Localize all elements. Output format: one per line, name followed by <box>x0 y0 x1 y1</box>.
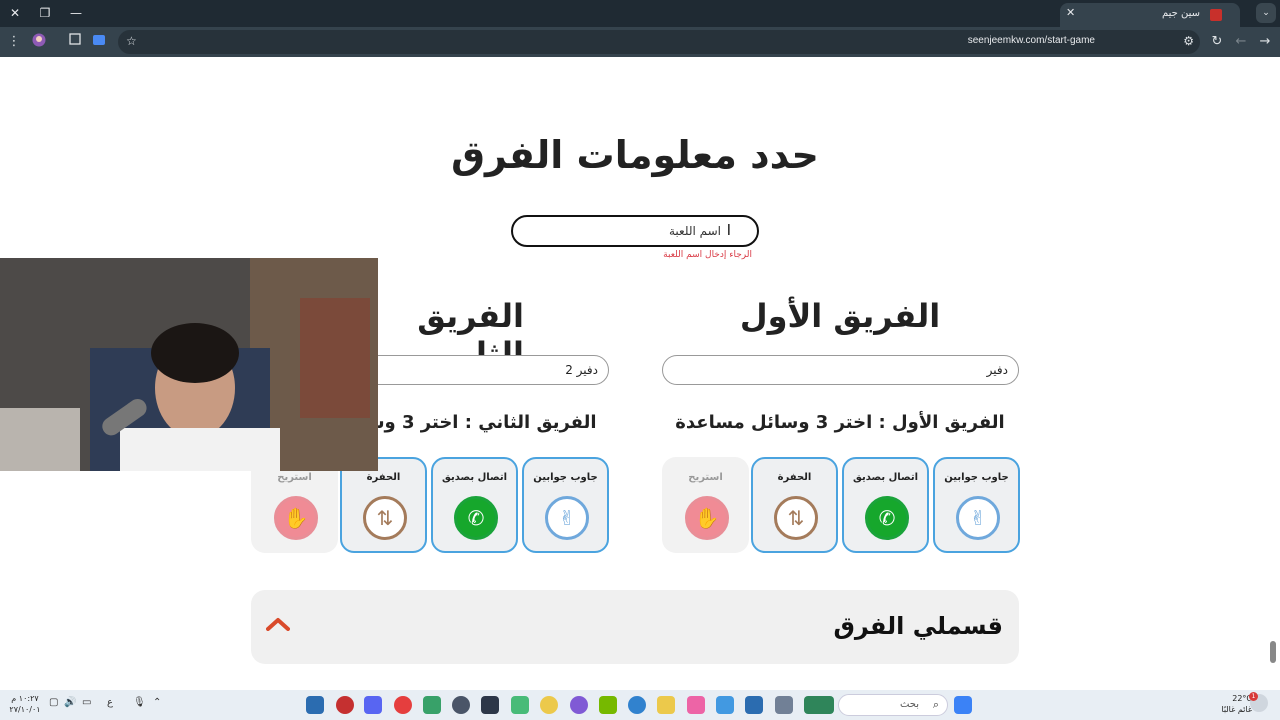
team2-aid-answer-twice[interactable]: جاوب جوابين ✌ <box>522 457 609 553</box>
team1-aid-answer-twice[interactable]: جاوب جوابين ✌ <box>933 457 1020 553</box>
game-name-error: الرجاء إدخال اسم اللعبة <box>663 250 752 260</box>
pit-arrows-icon: ⇅ <box>774 496 818 540</box>
xbox-icon[interactable] <box>423 696 441 714</box>
store-icon[interactable] <box>716 696 734 714</box>
steam-icon[interactable] <box>452 696 470 714</box>
team1-help-title: الفريق الأول : اختر 3 وسائل مساعدة <box>675 412 1005 433</box>
team2-aid-rest[interactable]: استريح ✋ <box>251 457 338 553</box>
window-close-button[interactable]: ✕ <box>5 4 25 22</box>
edge-icon[interactable] <box>628 696 646 714</box>
page-title: حدد معلومات الفرق <box>451 133 819 177</box>
aid-label: اتصال بصديق <box>441 472 508 483</box>
app-window-icon[interactable] <box>306 696 324 714</box>
url-text[interactable]: seenjeemkw.com/start-game <box>968 35 1095 46</box>
weather-desc: غائم غالبًا <box>1221 705 1252 714</box>
copilot-icon[interactable] <box>687 696 705 714</box>
page-scrollbar[interactable] <box>1270 57 1276 690</box>
outlook-icon[interactable] <box>745 696 763 714</box>
phone-icon: ✆ <box>454 496 498 540</box>
game-name-input[interactable]: I اسم اللعبة <box>511 215 759 247</box>
site-settings-icon[interactable]: ⚙ <box>1183 34 1194 48</box>
browser-tab-bar: ✕ ❐ — + ✕ سين جيم ⌄ <box>0 0 1280 27</box>
extensions-icon[interactable] <box>66 33 84 51</box>
peace-hand-icon: ✌ <box>956 496 1000 540</box>
split-teams-title: قسملي الفرق <box>833 612 1003 640</box>
discord-icon[interactable] <box>364 696 382 714</box>
network-icon[interactable]: ▭ <box>82 697 91 708</box>
start-icon[interactable] <box>954 696 972 714</box>
back-icon[interactable]: → <box>1256 33 1274 51</box>
bookmark-star-icon[interactable]: ☆ <box>126 34 137 48</box>
nvidia-icon[interactable] <box>599 696 617 714</box>
aid-label: اتصال بصديق <box>852 472 919 483</box>
aid-label: الحفرة <box>777 472 812 483</box>
stop-hand-icon: ✋ <box>274 496 318 540</box>
taskbar-search[interactable]: بحث ⌕ <box>838 694 948 716</box>
weather-badge: 1 <box>1249 692 1258 701</box>
language-indicator[interactable]: ع <box>107 697 113 708</box>
search-placeholder: بحث <box>899 699 919 710</box>
phone-icon: ✆ <box>865 496 909 540</box>
team1-name-input[interactable]: دفير <box>662 355 1019 385</box>
aid-label: جاوب جوابين <box>944 472 1009 483</box>
aid-label: جاوب جوابين <box>533 472 598 483</box>
address-bar[interactable]: ☆ seenjeemkw.com/start-game ⚙ <box>118 30 1200 54</box>
chevron-up-icon[interactable] <box>266 617 290 631</box>
window-restore-button[interactable]: ❐ <box>35 4 55 22</box>
team2-aid-call-friend[interactable]: اتصال بصديق ✆ <box>431 457 518 553</box>
aid-label: استريح <box>688 472 723 483</box>
tab-title: سين جيم <box>1161 8 1200 19</box>
split-teams-accordion[interactable]: قسملي الفرق <box>251 590 1019 664</box>
forward-icon[interactable]: ← <box>1232 33 1250 51</box>
app-green-icon[interactable] <box>511 696 529 714</box>
aid-label: استريح <box>277 472 312 483</box>
game-name-value: اسم اللعبة <box>669 224 721 238</box>
system-clock[interactable]: ١٠:٢٧ م ٢٧/١٠/٠١ <box>8 693 42 715</box>
chrome-icon[interactable] <box>540 696 558 714</box>
os-taskbar: ١٠:٢٧ م ٢٧/١٠/٠١ ▢ 🔊 ▭ ع 🎙 ⌃ بحث ⌕ 22°C … <box>0 690 1280 720</box>
app-arrow-icon[interactable] <box>481 696 499 714</box>
weather-widget[interactable]: 22°C غائم غالبًا <box>1212 693 1252 715</box>
search-icon: ⌕ <box>932 698 939 711</box>
scrollbar-thumb[interactable] <box>1270 641 1276 663</box>
window-minimize-button[interactable]: — <box>66 4 86 22</box>
web-page: حدد معلومات الفرق I اسم اللعبة الرجاء إد… <box>0 57 1280 690</box>
notifications-icon[interactable]: ▢ <box>49 697 58 708</box>
stop-hand-icon: ✋ <box>685 496 729 540</box>
tray-overflow-icon[interactable]: ⌃ <box>153 697 161 708</box>
app-game-icon[interactable] <box>804 696 834 714</box>
team1-name-value: دفير <box>986 363 1008 377</box>
aid-label: الحفرة <box>366 472 401 483</box>
app-record-icon[interactable] <box>336 696 354 714</box>
site-favicon-icon <box>1210 9 1222 21</box>
pit-arrows-icon: ⇅ <box>363 496 407 540</box>
peace-hand-icon: ✌ <box>545 496 589 540</box>
translate-icon[interactable] <box>90 33 108 51</box>
app-red-icon[interactable] <box>394 696 412 714</box>
reload-icon[interactable]: ↻ <box>1208 33 1226 51</box>
clock-time: ١٠:٢٧ م <box>11 694 39 703</box>
file-explorer-icon[interactable] <box>657 696 675 714</box>
menu-icon[interactable]: ⋮ <box>5 33 23 51</box>
weather-temp: 22°C <box>1232 694 1252 703</box>
tab-close-icon[interactable]: ✕ <box>1066 6 1075 19</box>
team1-aid-call-friend[interactable]: اتصال بصديق ✆ <box>842 457 929 553</box>
app-gray-icon[interactable] <box>775 696 793 714</box>
team1-title: الفريق الأول <box>739 297 941 335</box>
clock-date: ٢٧/١٠/٠١ <box>9 705 41 714</box>
microphone-icon[interactable]: 🎙 <box>133 697 146 708</box>
browser-toolbar: ⋮ ☆ seenjeemkw.com/start-game ⚙ ↻ ← → <box>0 27 1280 57</box>
team2-name-value: دفير 2 <box>565 363 598 377</box>
text-cursor-icon: I <box>726 221 731 239</box>
team2-aid-pit[interactable]: الحفرة ⇅ <box>340 457 427 553</box>
profile-avatar-icon[interactable] <box>30 33 48 51</box>
webcam-overlay <box>0 258 378 471</box>
app-purple-icon[interactable] <box>570 696 588 714</box>
tab-search-button[interactable]: ⌄ <box>1256 3 1276 23</box>
team1-aid-pit[interactable]: الحفرة ⇅ <box>751 457 838 553</box>
browser-tab[interactable]: ✕ سين جيم <box>1060 3 1240 27</box>
volume-icon[interactable]: 🔊 <box>64 697 76 708</box>
team1-aid-rest[interactable]: استريح ✋ <box>662 457 749 553</box>
